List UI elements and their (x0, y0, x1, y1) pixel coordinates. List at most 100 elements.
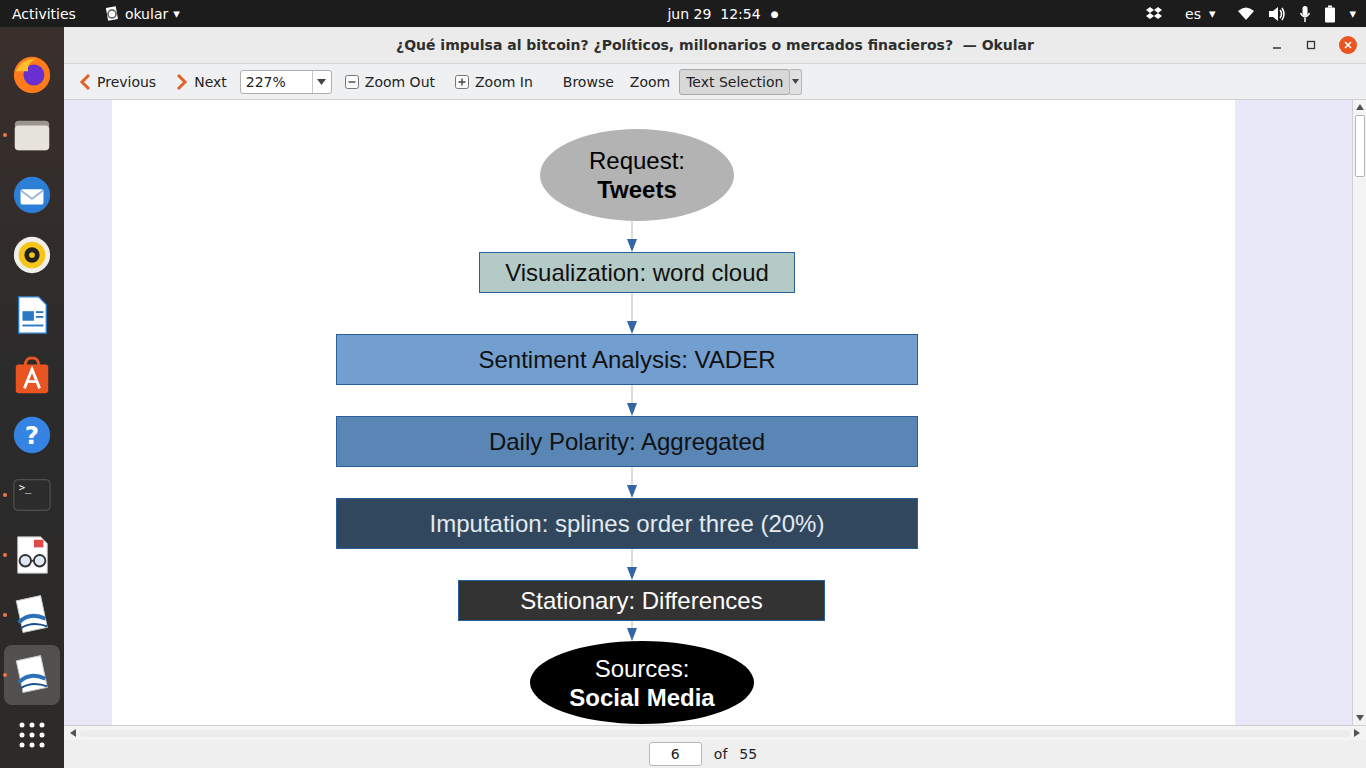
zoom-combo[interactable]: 227% (240, 70, 332, 94)
show-applications-button[interactable] (4, 707, 60, 763)
chevron-right-icon (176, 73, 188, 91)
node-text: Stationary: Differences (520, 586, 762, 615)
running-indicator (3, 553, 7, 557)
flow-node: Sentiment Analysis: VADER (336, 334, 918, 385)
scroll-down-icon[interactable] (1356, 715, 1364, 721)
app-center-icon (11, 354, 53, 396)
title-bar[interactable]: ¿Qué impulsa al bitcoin? ¿Políticos, mil… (64, 27, 1366, 64)
flow-node: Stationary: Differences (458, 580, 825, 621)
app-grid-icon (19, 722, 45, 748)
svg-text:?: ? (25, 421, 39, 450)
running-indicator (3, 673, 7, 677)
node-text: Request: (589, 146, 685, 175)
scroll-thumb[interactable] (1355, 115, 1365, 177)
flow-arrow (627, 385, 637, 416)
dock-item[interactable] (4, 525, 60, 585)
flow-arrow (627, 549, 637, 580)
zoom-dropdown[interactable] (312, 71, 331, 93)
zoom-out-label: Zoom Out (365, 74, 435, 90)
node-text: Social Media (569, 683, 714, 712)
running-indicator (3, 613, 7, 617)
system-menu[interactable]: ▾ (1237, 5, 1356, 23)
files-icon (11, 114, 53, 156)
horizontal-scrollbar[interactable] (64, 725, 1366, 740)
chevron-left-icon (79, 73, 91, 91)
dock-item[interactable] (4, 585, 60, 645)
dock-item[interactable] (4, 645, 60, 705)
dock: ? >_ (0, 27, 64, 768)
scroll-right-icon[interactable] (1354, 729, 1360, 737)
next-label: Next (194, 74, 227, 90)
pdf-page: Request:Tweets Visualization: word cloud S… (112, 100, 1235, 725)
app-menu-label: okular (125, 6, 168, 22)
flow-node: Daily Polarity: Aggregated (336, 416, 918, 467)
system-arrow: ▾ (1349, 6, 1356, 21)
mode-menu-button[interactable] (789, 69, 802, 95)
minimize-icon[interactable] (1271, 39, 1283, 51)
dock-item[interactable] (4, 105, 60, 165)
clock: jun 29 12:54 (667, 6, 760, 22)
node-text: Tweets (597, 175, 677, 204)
node-text: Sentiment Analysis: VADER (478, 345, 775, 374)
rhythmbox-icon (11, 234, 53, 276)
dropdown-arrow-icon (792, 79, 799, 84)
activities-button[interactable]: Activities (12, 6, 76, 22)
mode-button[interactable]: Zoom (623, 69, 677, 95)
dock-item[interactable] (4, 345, 60, 405)
okular-icon (104, 6, 120, 22)
page-of-label: of (714, 746, 728, 762)
scroll-up-icon[interactable] (1356, 104, 1364, 110)
app-menu-arrow: ▾ (173, 6, 180, 21)
previous-button[interactable]: Previous (72, 69, 163, 95)
clock-button[interactable]: jun 29 12:54● (587, 6, 778, 22)
top-bar: Activities okular ▾ jun 29 12:54● es▾ ▾ (0, 0, 1366, 27)
node-text: Imputation: splines order three (20%) (430, 509, 825, 538)
page-area: Request:Tweets Visualization: word cloud S… (64, 100, 1352, 725)
zoom-in-button[interactable]: Zoom In (448, 69, 540, 95)
desktop: Activities okular ▾ jun 29 12:54● es▾ ▾? >_ ¿Qu… (0, 0, 1366, 768)
page-navigation: 6 of 55 (64, 740, 1366, 768)
maximize-icon[interactable] (1305, 39, 1317, 51)
language-menu[interactable]: es▾ (1185, 6, 1215, 22)
flow-node: Visualization: word cloud (479, 252, 795, 293)
flow-node: Request:Tweets (540, 129, 734, 221)
app-menu[interactable]: okular ▾ (104, 6, 180, 22)
zoom-in-label: Zoom In (475, 74, 533, 90)
language-label: es (1185, 6, 1201, 22)
zoom-out-button[interactable]: Zoom Out (338, 69, 442, 95)
dock-item[interactable] (4, 45, 60, 105)
dock-item[interactable] (4, 285, 60, 345)
battery-icon (1324, 5, 1336, 23)
zoom-value: 227% (241, 74, 312, 90)
close-icon[interactable] (1339, 36, 1357, 54)
mouse-mode-group: BrowseZoomText Selection (556, 69, 803, 95)
page-number-field[interactable]: 6 (649, 742, 702, 766)
previous-label: Previous (97, 74, 156, 90)
zoom-in-icon (455, 75, 469, 89)
dock-item[interactable]: ? (4, 405, 60, 465)
window-title: ¿Qué impulsa al bitcoin? ¿Políticos, mil… (396, 37, 1034, 53)
terminal-icon: >_ (11, 474, 53, 516)
dropbox-icon[interactable] (1145, 6, 1163, 22)
wifi-icon (1237, 7, 1255, 21)
scroll-left-icon[interactable] (70, 729, 76, 737)
dock-item[interactable] (4, 165, 60, 225)
vertical-scrollbar[interactable] (1352, 100, 1366, 725)
okular-icon (11, 654, 53, 696)
firefox-icon (11, 54, 53, 96)
toolbar: Previous Next 227% Zoom Out Zoom In BrowseZoo… (64, 64, 1366, 100)
node-text: Sources: (595, 654, 690, 683)
okular-icon (11, 594, 53, 636)
mode-button[interactable]: Browse (556, 69, 621, 95)
node-text: Daily Polarity: Aggregated (489, 427, 765, 456)
dock-item[interactable]: >_ (4, 465, 60, 525)
document-viewer-icon (11, 534, 53, 576)
node-text: Visualization: word cloud (505, 258, 769, 287)
flow-arrow (627, 293, 637, 334)
dock-item[interactable] (4, 225, 60, 285)
running-indicator (3, 493, 7, 497)
next-button[interactable]: Next (169, 69, 234, 95)
mode-button[interactable]: Text Selection (679, 69, 790, 95)
page-total: 55 (739, 746, 757, 762)
flow-node: Imputation: splines order three (20%) (336, 498, 918, 549)
